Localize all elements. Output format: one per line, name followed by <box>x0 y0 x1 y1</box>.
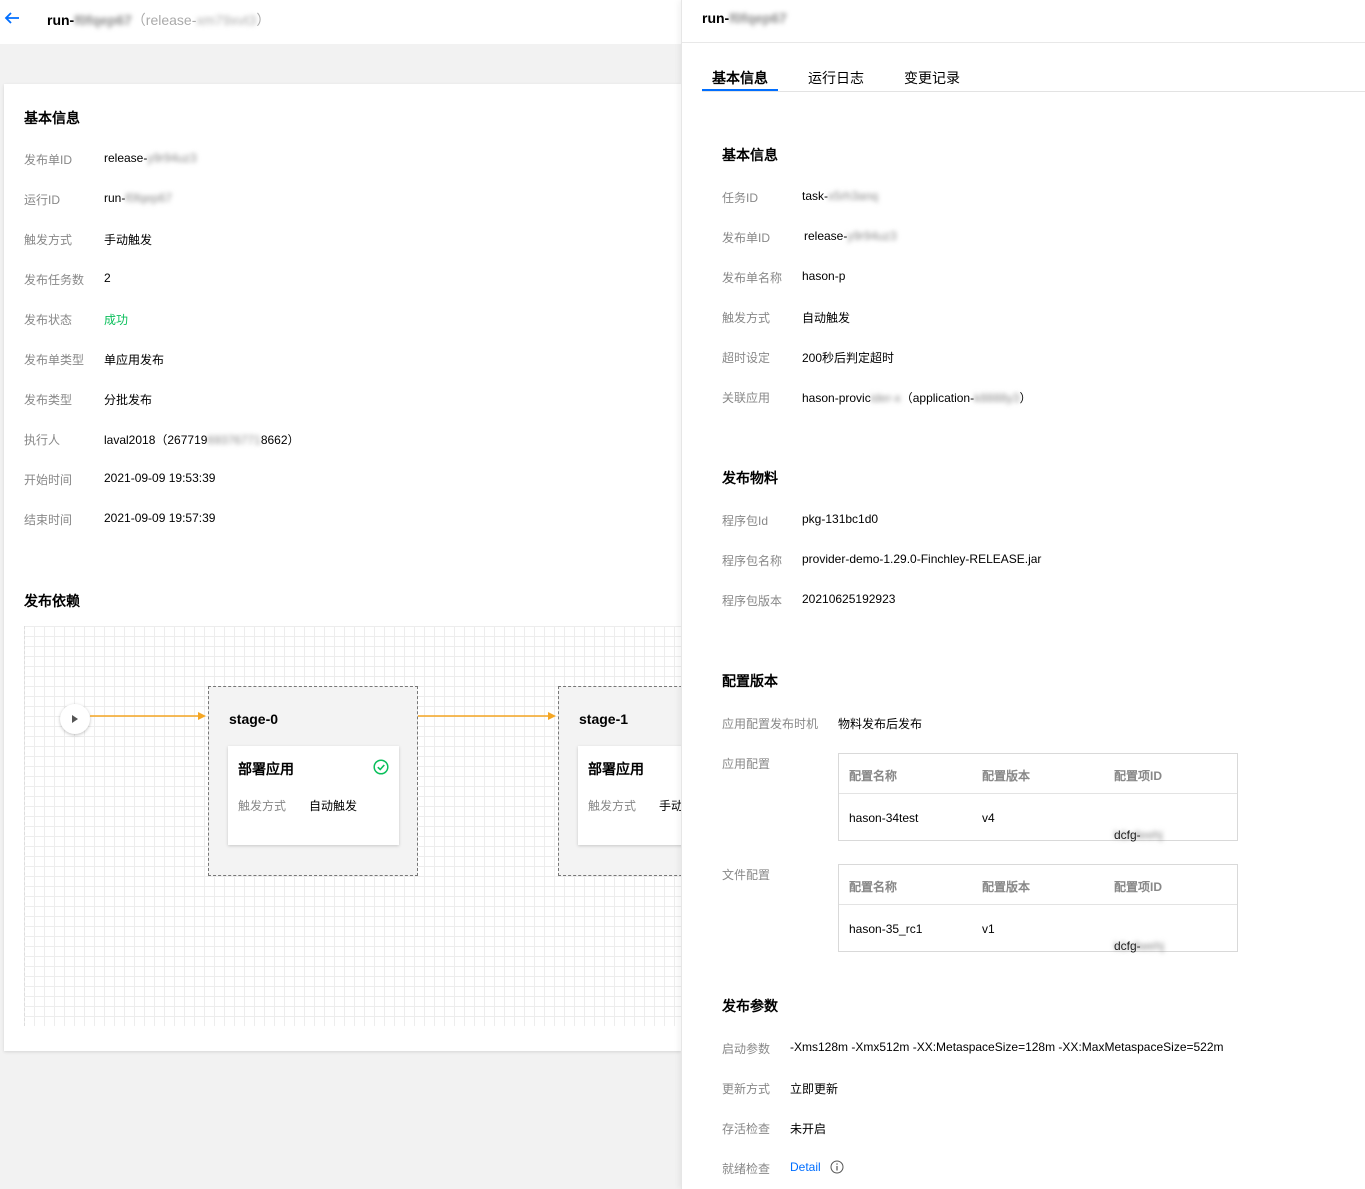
info-icon[interactable] <box>830 1160 844 1174</box>
dependency-graph[interactable]: stage-0 部署应用 触发方式 自动触发 stage-1 部署应用 触发方式… <box>24 626 681 1026</box>
release-suffix: ） <box>256 12 271 28</box>
info-value: laval2018（267719693767718662） <box>104 433 300 447</box>
page-header: run-f0fqep67（release-xm79xvt3） <box>0 0 681 44</box>
task-trigger-value: 自动触发 <box>309 799 358 813</box>
basic-info-title: 基本信息 <box>722 147 778 163</box>
success-check-icon <box>373 759 389 775</box>
params-title: 发布参数 <box>722 998 778 1014</box>
task-title: 部署应用 <box>238 761 294 777</box>
drawer-title: run-f0fqep67 <box>702 10 787 26</box>
config-title: 配置版本 <box>722 673 778 689</box>
app-config-table: 配置名称 配置版本 配置项ID hason-34test v4 dcfg-h1x… <box>838 753 1238 842</box>
edge-arrow <box>418 712 556 720</box>
tab-change-history[interactable]: 变更记录 <box>904 68 960 88</box>
play-icon <box>72 715 78 723</box>
task-trigger-label: 触发方式 <box>588 799 637 813</box>
arrow-left-icon <box>4 12 19 24</box>
basic-info-title: 基本信息 <box>24 110 80 126</box>
active-tab-indicator <box>702 89 778 91</box>
release-run-page: run-f0fqep67（release-xm79xvt3） 基本信息 发布单I… <box>0 0 681 1189</box>
page-title: run-f0fqep67（release-xm79xvt3） <box>47 10 270 30</box>
detail-card: 基本信息 发布单ID release-y9r94uz3 运行ID run-f0f… <box>4 84 681 1051</box>
status-success-text: 成功 <box>104 313 129 327</box>
divider <box>682 42 1365 43</box>
info-label: 发布单ID <box>24 153 73 167</box>
info-value: 2021-09-09 19:57:39 <box>104 511 216 525</box>
info-label: 发布状态 <box>24 313 73 327</box>
table-row: hason-34test v4 dcfg-h1x4eehj <box>849 811 1163 842</box>
stage-node-0[interactable]: stage-0 部署应用 触发方式 自动触发 <box>208 686 418 876</box>
info-value: release-y9r94uz3 <box>104 151 197 165</box>
stage-name: stage-0 <box>229 711 279 727</box>
task-trigger-label: 触发方式 <box>238 799 287 813</box>
info-label: 发布单类型 <box>24 353 85 367</box>
info-label: 结束时间 <box>24 513 73 527</box>
task-detail-drawer: run-f0fqep67 基本信息 运行日志 变更记录 基本信息 任务ID ta… <box>681 0 1365 1189</box>
info-value: 单应用发布 <box>104 353 165 367</box>
detail-link[interactable]: Detail <box>790 1160 821 1174</box>
file-config-table: 配置名称 配置版本 配置项ID hason-35_rc1 v1 dcfg-k1x… <box>838 864 1238 953</box>
task-trigger-value: 手动触发 <box>659 799 681 813</box>
release-prefix: （release- <box>131 12 197 28</box>
info-value: 2021-09-09 19:53:39 <box>104 471 216 485</box>
info-label: 执行人 <box>24 433 61 447</box>
edge-arrow <box>90 712 206 720</box>
info-value: 2 <box>104 271 111 285</box>
info-label: 运行ID <box>24 193 61 207</box>
table-header: 配置名称 配置版本 配置项ID <box>839 865 1237 905</box>
info-label: 开始时间 <box>24 473 73 487</box>
info-value: run-f0fqep67 <box>104 191 173 205</box>
tab-basic-info[interactable]: 基本信息 <box>712 68 768 88</box>
task-card-deploy[interactable]: 部署应用 触发方式 手动触发 <box>578 746 681 845</box>
release-id-masked: xm79xvt3 <box>196 12 257 28</box>
task-card-deploy[interactable]: 部署应用 触发方式 自动触发 <box>228 746 399 845</box>
dependency-title: 发布依赖 <box>24 593 80 609</box>
material-title: 发布物料 <box>722 470 778 486</box>
info-label: 触发方式 <box>24 233 73 247</box>
stage-node-1[interactable]: stage-1 部署应用 触发方式 手动触发 <box>558 686 681 876</box>
info-value: 手动触发 <box>104 233 153 247</box>
task-title: 部署应用 <box>588 761 644 777</box>
table-header: 配置名称 配置版本 配置项ID <box>839 754 1237 794</box>
info-label: 发布任务数 <box>24 273 85 287</box>
run-id-masked: f0fqep67 <box>74 12 132 28</box>
run-name: run- <box>47 12 75 28</box>
back-button[interactable] <box>2 8 22 28</box>
table-row: hason-35_rc1 v1 dcfg-k1x4wehj <box>849 922 1165 953</box>
drawer-tabs: 基本信息 运行日志 变更记录 <box>702 60 1365 92</box>
info-label: 发布类型 <box>24 393 73 407</box>
info-value: 分批发布 <box>104 393 153 407</box>
tab-run-log[interactable]: 运行日志 <box>808 68 864 88</box>
stage-name: stage-1 <box>579 711 629 727</box>
start-node[interactable] <box>60 704 90 734</box>
